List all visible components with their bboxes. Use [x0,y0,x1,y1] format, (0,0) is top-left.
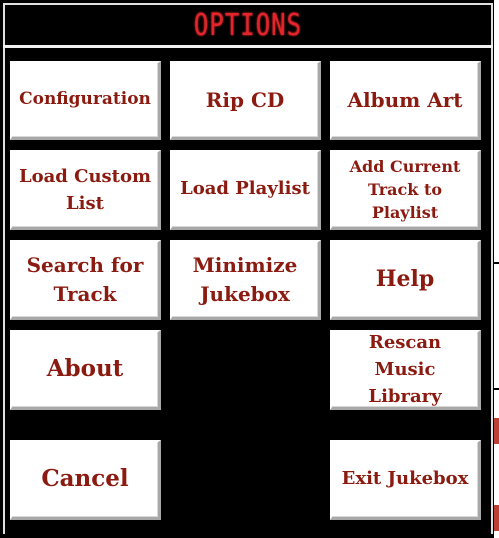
minimize-jukebox-button[interactable]: Minimize Jukebox [170,240,321,320]
exit-jukebox-button-label: Exit Jukebox [341,468,469,490]
background-window-edge [494,0,499,538]
exit-jukebox-button[interactable]: Exit Jukebox [330,440,481,520]
add-current-track-to-playlist-button[interactable]: Add Current Track to Playlist [330,150,481,230]
load-custom-list-button[interactable]: Load Custom List [10,150,161,230]
minimize-jukebox-button-label: Minimize Jukebox [192,252,298,306]
cancel-button[interactable]: Cancel [10,440,161,520]
background-red-mark [494,418,499,444]
search-for-track-button-label: Search for Track [26,252,144,306]
configuration-button-label: Configuration [19,89,151,110]
help-button[interactable]: Help [330,240,481,320]
title-bar: OPTIONS [3,3,493,45]
load-playlist-button-label: Load Playlist [180,178,310,200]
load-playlist-button[interactable]: Load Playlist [170,150,321,230]
help-button-label: Help [375,265,435,292]
cancel-button-label: Cancel [41,465,129,493]
background-divider [494,388,499,390]
configuration-button[interactable]: Configuration [10,61,161,140]
rip-cd-button-label: Rip CD [205,87,285,112]
background-divider [494,262,499,264]
about-button-label: About [46,355,124,383]
album-art-button-label: Album Art [347,87,463,112]
rip-cd-button[interactable]: Rip CD [170,61,321,140]
album-art-button[interactable]: Album Art [330,61,481,140]
background-red-mark [494,505,499,531]
load-custom-list-button-label: Load Custom List [18,165,152,214]
rescan-music-library-button-label: Rescan Music Library [368,332,442,407]
dialog-title: OPTIONS [193,7,303,43]
rescan-music-library-button[interactable]: Rescan Music Library [330,330,481,410]
search-for-track-button[interactable]: Search for Track [10,240,161,320]
options-dialog: OPTIONS Configuration Rip CD Album Art L… [0,0,494,538]
add-current-track-to-playlist-button-label: Add Current Track to Playlist [349,156,461,223]
about-button[interactable]: About [10,330,161,410]
